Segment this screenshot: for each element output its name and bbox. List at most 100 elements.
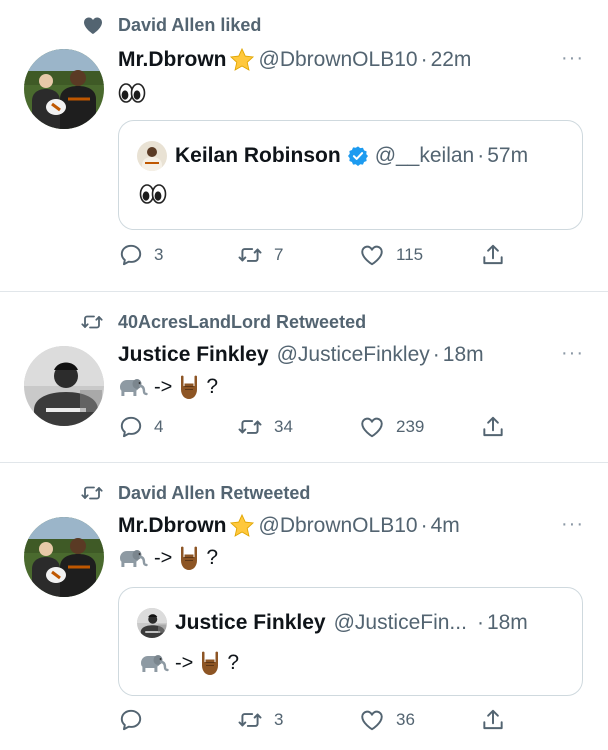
retweet-icon <box>236 707 264 733</box>
timestamp[interactable]: 4m <box>431 514 460 538</box>
quote-header: Justice Finkley @JusticeFin... · 18m <box>137 608 528 638</box>
tweet-text: -> ? <box>118 545 218 571</box>
star-emoji-icon <box>229 513 255 539</box>
quote-author-name: Keilan Robinson <box>175 144 341 167</box>
author-handle[interactable]: @JusticeFinkley <box>277 343 430 367</box>
social-context[interactable]: David Allen Retweeted <box>76 480 310 506</box>
separator-dot: · <box>477 144 485 167</box>
reply-icon <box>118 414 144 440</box>
question-mark-text: ? <box>206 375 219 398</box>
timestamp[interactable]: 18m <box>443 343 484 367</box>
tweet-2[interactable]: 40AcresLandLord Retweeted Justice Finkle… <box>0 292 608 462</box>
like-icon <box>358 242 386 268</box>
more-options-icon[interactable]: ··· <box>561 513 584 536</box>
arrow-text: -> <box>175 651 194 674</box>
horns-hand-emoji-icon <box>178 374 200 400</box>
like-count: 115 <box>396 245 424 264</box>
like-button[interactable]: 115 <box>358 242 423 268</box>
tweet-1[interactable]: David Allen liked Mr.Dbrown @DbrownOLB10… <box>0 0 608 291</box>
retweet-button[interactable]: 7 <box>236 242 283 268</box>
share-button[interactable] <box>480 707 506 733</box>
share-button[interactable] <box>480 242 506 268</box>
like-count: 36 <box>396 710 415 729</box>
like-count: 239 <box>396 417 425 436</box>
star-emoji-icon <box>229 47 255 73</box>
arrow-text: -> <box>154 546 173 569</box>
reply-button[interactable]: 4 <box>118 414 163 440</box>
quote-avatar <box>137 141 167 171</box>
retweet-icon <box>236 414 264 440</box>
like-button[interactable]: 239 <box>358 414 424 440</box>
avatar[interactable] <box>24 346 104 426</box>
retweet-count: 7 <box>274 245 284 264</box>
retweet-icon <box>78 310 106 334</box>
arrow-text: -> <box>154 375 173 398</box>
avatar[interactable] <box>24 49 104 129</box>
share-icon <box>480 414 506 440</box>
retweet-button[interactable]: 3 <box>236 707 283 733</box>
like-button[interactable]: 36 <box>358 707 415 733</box>
retweet-icon <box>78 481 106 505</box>
separator-dot: · <box>432 343 440 366</box>
quote-text: -> ? <box>139 650 239 676</box>
quoted-tweet[interactable]: Justice Finkley @JusticeFin... · 18m -> … <box>118 587 583 696</box>
social-context[interactable]: 40AcresLandLord Retweeted <box>76 309 366 335</box>
avatar[interactable] <box>24 517 104 597</box>
eyes-emoji-icon <box>139 183 167 205</box>
context-text: 40AcresLandLord Retweeted <box>118 311 367 332</box>
reply-button[interactable]: 3 <box>118 242 163 268</box>
like-icon <box>358 707 386 733</box>
author-name[interactable]: Mr.Dbrown <box>118 514 227 538</box>
quote-avatar <box>137 608 167 638</box>
quote-author-handle: @__keilan <box>374 144 475 167</box>
tweet-text <box>118 82 146 104</box>
tweet-header: Justice Finkley @JusticeFinkley · 18m ··… <box>118 340 584 370</box>
eyes-emoji-icon <box>118 82 146 104</box>
quote-header: Keilan Robinson @__keilan · 57m <box>137 141 528 171</box>
context-text: David Allen Retweeted <box>118 482 311 503</box>
verified-badge-icon <box>347 145 369 167</box>
more-options-icon[interactable]: ··· <box>561 342 584 365</box>
separator-dot: · <box>420 48 428 71</box>
elephant-emoji-icon <box>118 547 148 569</box>
author-handle[interactable]: @DbrownOLB10 <box>259 48 418 72</box>
retweet-icon <box>236 242 264 268</box>
elephant-emoji-icon <box>139 652 169 674</box>
timestamp[interactable]: 22m <box>431 48 472 72</box>
tweet-text: -> ? <box>118 374 218 400</box>
heart-icon <box>84 17 102 34</box>
share-icon <box>480 707 506 733</box>
tweet-3[interactable]: David Allen Retweeted Mr.Dbrown @DbrownO… <box>0 463 608 750</box>
share-icon <box>480 242 506 268</box>
reply-count: 3 <box>154 245 164 264</box>
reply-icon <box>118 242 144 268</box>
quoted-tweet[interactable]: Keilan Robinson @__keilan · 57m <box>118 120 583 230</box>
horns-hand-emoji-icon <box>178 545 200 571</box>
quote-author-name: Justice Finkley <box>175 611 326 634</box>
quote-text <box>139 183 167 205</box>
reply-button[interactable] <box>118 707 154 733</box>
reply-count: 4 <box>154 417 164 436</box>
retweet-count: 34 <box>274 417 293 436</box>
author-name[interactable]: Mr.Dbrown <box>118 48 227 72</box>
tweet-header: Mr.Dbrown @DbrownOLB10 · 22m ··· <box>118 45 584 75</box>
separator-dot: · <box>420 514 428 537</box>
context-text: David Allen liked <box>118 14 262 35</box>
quote-timestamp: 18m <box>486 611 528 634</box>
horns-hand-emoji-icon <box>199 650 221 676</box>
share-button[interactable] <box>480 414 506 440</box>
elephant-emoji-icon <box>118 376 148 398</box>
question-mark-text: ? <box>227 651 240 674</box>
quote-timestamp: 57m <box>487 144 529 167</box>
tweet-header: Mr.Dbrown @DbrownOLB10 · 4m ··· <box>118 511 584 541</box>
more-options-icon[interactable]: ··· <box>561 47 584 70</box>
question-mark-text: ? <box>206 546 219 569</box>
quote-author-handle: @JusticeFin... <box>333 611 467 634</box>
separator-dot: · <box>476 611 484 634</box>
author-handle[interactable]: @DbrownOLB10 <box>259 514 418 538</box>
author-name[interactable]: Justice Finkley <box>118 343 269 367</box>
like-icon <box>358 414 386 440</box>
social-context[interactable]: David Allen liked <box>76 12 261 38</box>
retweet-button[interactable]: 34 <box>236 414 293 440</box>
reply-icon <box>118 707 144 733</box>
